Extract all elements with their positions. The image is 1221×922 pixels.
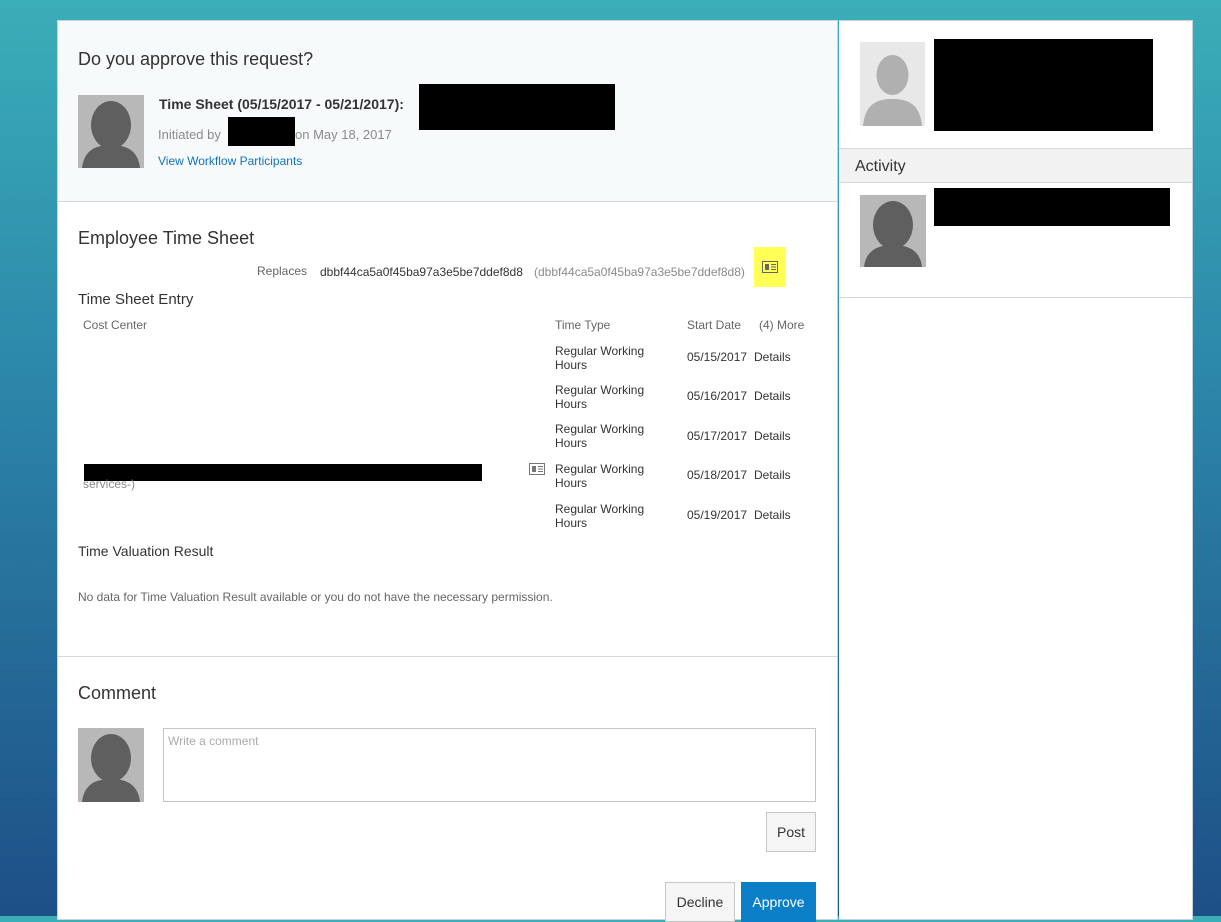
- activity-divider: [839, 297, 1192, 298]
- card-icon[interactable]: [529, 463, 545, 475]
- person-silhouette-icon: [78, 728, 144, 802]
- time-type-cell: Regular Working Hours: [555, 344, 645, 372]
- cost-center-partial: services-): [83, 477, 136, 491]
- employee-avatar: [860, 42, 925, 126]
- employee-time-sheet-title: Employee Time Sheet: [78, 228, 255, 248]
- decline-button[interactable]: Decline: [665, 882, 735, 922]
- redacted-employee-name: [419, 84, 615, 130]
- request-title: Time Sheet (05/15/2017 - 05/21/2017):: [159, 96, 404, 112]
- time-type-cell: Regular Working Hours: [555, 462, 645, 490]
- activity-avatar: [860, 195, 926, 267]
- start-date-cell: 05/16/2017: [687, 389, 748, 403]
- time-type-cell: Regular Working Hours: [555, 383, 645, 411]
- side-panel: Activity: [839, 20, 1193, 920]
- time-valuation-message: No data for Time Valuation Result availa…: [78, 590, 553, 604]
- more-columns-link[interactable]: (4) More: [759, 318, 804, 332]
- initiated-date: on May 18, 2017: [295, 127, 392, 142]
- details-link[interactable]: Details: [754, 468, 791, 482]
- redacted-cost-center: [84, 464, 482, 481]
- time-type-cell: Regular Working Hours: [555, 422, 645, 450]
- comment-input[interactable]: [163, 728, 816, 802]
- time-valuation-title: Time Valuation Result: [78, 543, 214, 559]
- col-cost-center: Cost Center: [83, 318, 148, 332]
- person-silhouette-icon: [860, 195, 926, 267]
- view-workflow-participants-link[interactable]: View Workflow Participants: [158, 154, 302, 168]
- details-link[interactable]: Details: [754, 508, 791, 522]
- person-silhouette-icon: [78, 95, 144, 168]
- details-link[interactable]: Details: [754, 429, 791, 443]
- post-button[interactable]: Post: [766, 812, 816, 852]
- replaces-value: dbbf44ca5a0f45ba97a3e5be7ddef8d8: [320, 265, 523, 279]
- details-link[interactable]: Details: [754, 350, 791, 364]
- request-header: Do you approve this request? Time Sheet …: [58, 21, 837, 202]
- start-date-cell: 05/18/2017: [687, 468, 748, 482]
- redacted-employee-info: [934, 39, 1153, 131]
- card-icon: [762, 261, 778, 273]
- activity-header: Activity: [839, 148, 1192, 183]
- user-avatar: [78, 728, 144, 802]
- comment-title: Comment: [78, 683, 157, 703]
- approval-question: Do you approve this request?: [78, 49, 314, 69]
- person-silhouette-icon: [860, 42, 925, 126]
- redacted-initiator: [228, 117, 295, 146]
- redacted-activity-entry: [934, 188, 1170, 226]
- details-link[interactable]: Details: [754, 389, 791, 403]
- start-date-cell: 05/17/2017: [687, 429, 748, 443]
- section-divider: [58, 656, 837, 657]
- request-panel: Do you approve this request? Time Sheet …: [57, 20, 838, 922]
- col-time-type: Time Type: [555, 318, 611, 332]
- replaces-label: Replaces: [257, 264, 308, 278]
- time-sheet-entry-title: Time Sheet Entry: [78, 291, 194, 308]
- replaces-value-paren: (dbbf44ca5a0f45ba97a3e5be7ddef8d8): [534, 265, 745, 279]
- col-start-date: Start Date: [687, 318, 742, 332]
- time-type-cell: Regular Working Hours: [555, 502, 645, 530]
- activity-label: Activity: [855, 158, 906, 175]
- start-date-cell: 05/19/2017: [687, 508, 748, 522]
- initiated-by-label: Initiated by: [158, 127, 221, 142]
- start-date-cell: 05/15/2017: [687, 350, 748, 364]
- highlighted-card-button[interactable]: [754, 247, 786, 287]
- approve-button[interactable]: Approve: [741, 882, 816, 922]
- initiator-avatar: [78, 95, 144, 168]
